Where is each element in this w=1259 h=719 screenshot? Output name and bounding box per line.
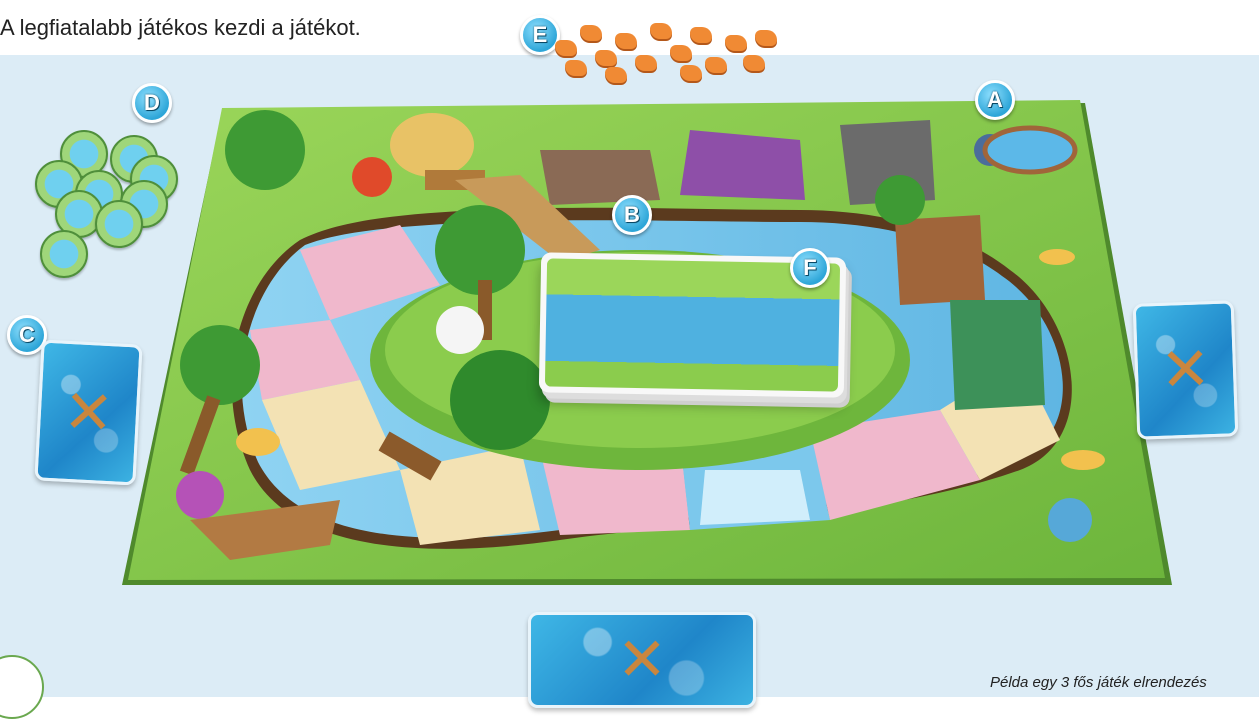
- marker-b: B: [612, 195, 652, 235]
- marker-e: E: [520, 15, 560, 55]
- crossed-paddles-icon: ✕: [616, 626, 668, 693]
- marker-f: F: [790, 248, 830, 288]
- paddle-card-bottom[interactable]: ✕: [528, 612, 756, 708]
- crossed-paddles-icon: ✕: [1159, 335, 1212, 404]
- water-token-pile[interactable]: [20, 115, 200, 278]
- setup-caption: Példa egy 3 fős játék elrendezés: [990, 674, 1207, 691]
- marker-a: A: [975, 80, 1015, 120]
- meeple-pile[interactable]: [555, 15, 780, 85]
- paddle-card-left[interactable]: ✕: [34, 339, 143, 486]
- instruction-text: A legfiatalabb játékos kezdi a játékot.: [0, 15, 361, 40]
- paddle-card-right[interactable]: ✕: [1132, 300, 1239, 440]
- crossed-paddles-icon: ✕: [61, 377, 116, 447]
